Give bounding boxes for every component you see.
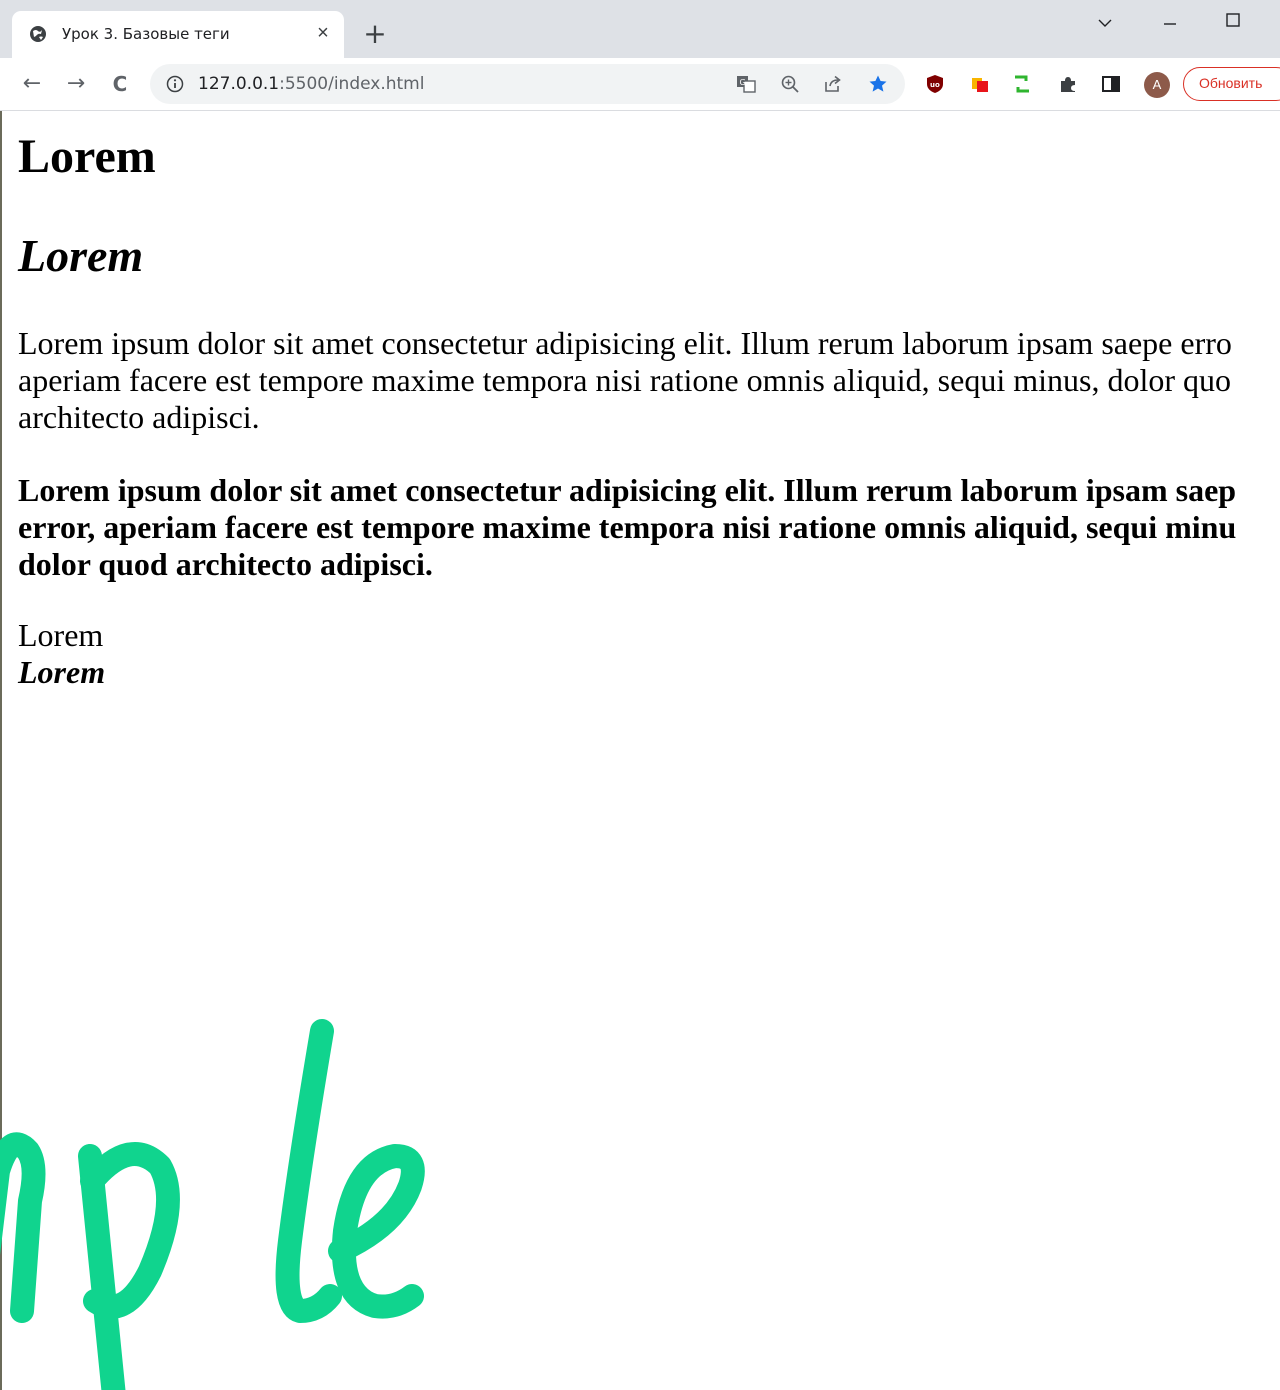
- address-bar[interactable]: 127.0.0.1:5500/index.html G: [150, 64, 905, 104]
- reload-button[interactable]: C: [106, 70, 134, 98]
- maximize-button[interactable]: [1213, 8, 1253, 38]
- office-icon[interactable]: [970, 74, 990, 94]
- bookmark-star-icon[interactable]: [868, 74, 888, 94]
- tab-search-button[interactable]: [1085, 8, 1125, 38]
- update-button[interactable]: Обновить: [1183, 67, 1280, 101]
- green-bracket-icon[interactable]: [1012, 74, 1032, 94]
- svg-text:uo: uo: [930, 81, 940, 89]
- paragraph-line: Lorem ipsum dolor sit amet consectetur a…: [18, 472, 1237, 508]
- page-heading: Lorem: [18, 130, 156, 183]
- info-icon[interactable]: [166, 75, 184, 93]
- minimize-button[interactable]: [1150, 8, 1190, 38]
- italic-heading: Lorem: [18, 230, 144, 281]
- paragraph-line: architecto adipisci.: [18, 399, 260, 435]
- share-icon[interactable]: [823, 74, 843, 94]
- new-tab-button[interactable]: +: [361, 20, 389, 48]
- maximize-icon: [1226, 13, 1240, 27]
- tab-strip: Урок 3. Базовые теги × +: [0, 0, 1280, 58]
- profile-avatar[interactable]: A: [1144, 72, 1170, 98]
- forward-button[interactable]: →: [62, 70, 90, 98]
- globe-icon: [30, 26, 46, 42]
- page-viewport: Lorem Lorem Lorem ipsum dolor sit amet c…: [0, 111, 1280, 1390]
- tab-title: Урок 3. Базовые теги: [62, 25, 230, 43]
- ublock-icon[interactable]: uo: [925, 74, 945, 94]
- plain-word: Lorem: [18, 617, 104, 653]
- url-host: 127.0.0.1: [198, 74, 280, 94]
- browser-toolbar: ← → C 127.0.0.1:5500/index.html G uo A О…: [0, 58, 1280, 111]
- zoom-icon[interactable]: [780, 74, 800, 94]
- bold-paragraph: Lorem ipsum dolor sit amet consectetur a…: [18, 472, 1280, 583]
- url-text[interactable]: 127.0.0.1:5500/index.html: [198, 74, 424, 94]
- paragraph-line: dolor quod architecto adipisci.: [18, 546, 433, 582]
- paragraph-line: Lorem ipsum dolor sit amet consectetur a…: [18, 325, 1232, 361]
- svg-text:G: G: [740, 78, 746, 87]
- puzzle-icon[interactable]: [1058, 74, 1078, 94]
- chevron-down-icon: [1098, 19, 1112, 27]
- translate-icon[interactable]: G: [736, 74, 756, 94]
- sample-watermark: [0, 1019, 425, 1390]
- side-panel-icon[interactable]: [1101, 74, 1121, 94]
- tab-close-button[interactable]: ×: [312, 22, 334, 44]
- minimize-icon: [1164, 23, 1176, 25]
- regular-paragraph: Lorem ipsum dolor sit amet consectetur a…: [18, 325, 1280, 436]
- url-path: :5500/index.html: [279, 74, 425, 94]
- active-tab[interactable]: Урок 3. Базовые теги ×: [12, 11, 344, 58]
- bold-italic-word: Lorem: [18, 654, 106, 690]
- paragraph-line: error, aperiam facere est tempore maxime…: [18, 509, 1237, 545]
- paragraph-line: aperiam facere est tempore maxime tempor…: [18, 362, 1231, 398]
- back-button[interactable]: ←: [18, 70, 46, 98]
